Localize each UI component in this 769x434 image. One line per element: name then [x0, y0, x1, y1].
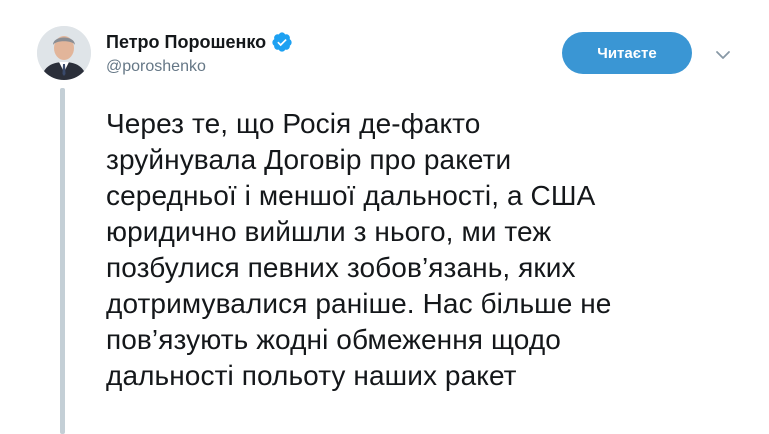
tweet-text-line: зруйнувала Договір про ракети: [106, 144, 512, 175]
tweet-text-line: дальності польоту наших ракет: [106, 360, 517, 391]
tweet-text-line: Через те, що Росія де-факто: [106, 108, 481, 139]
verified-badge-icon: [271, 31, 293, 53]
tweet-text-line: позбулися певних зобов’язань, яких: [106, 252, 576, 283]
tweet-text-line: юридично вийшли з нього, ми теж: [106, 216, 552, 247]
avatar-image: [37, 26, 91, 80]
tweet-text: Через те, що Росія де-факто зруйнувала Д…: [106, 106, 756, 394]
tweet-text-line: пов’язують жодні обмеження щодо: [106, 324, 561, 355]
author-name-row: Петро Порошенко: [106, 30, 293, 54]
thread-line: [60, 88, 65, 434]
avatar[interactable]: [37, 26, 91, 80]
tweet-text-line: середньої і меншої дальності, а США: [106, 180, 596, 211]
tweet-text-line: дотримувалися раніше. Нас більше не: [106, 288, 612, 319]
author-handle[interactable]: @poroshenko: [106, 58, 206, 76]
chevron-down-icon[interactable]: [715, 49, 731, 61]
author-display-name[interactable]: Петро Порошенко: [106, 32, 266, 53]
following-button[interactable]: Читаєте: [562, 32, 692, 74]
